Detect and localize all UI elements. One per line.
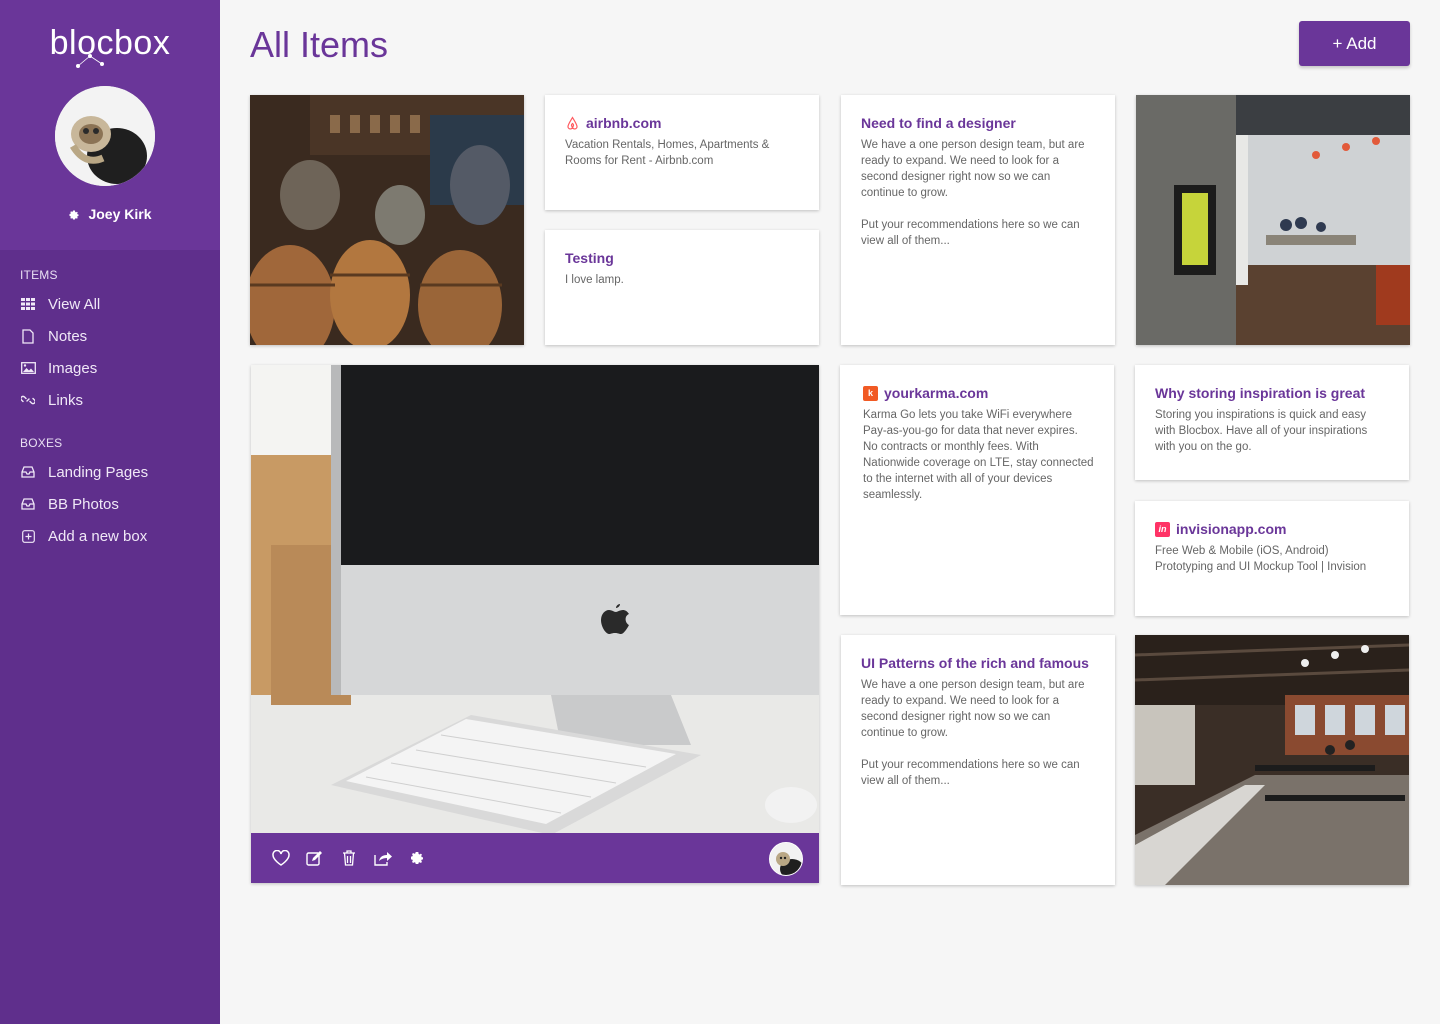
user-avatar[interactable] — [55, 86, 155, 186]
airbnb-icon — [565, 115, 580, 131]
sidebar-item-label: BB Photos — [48, 495, 119, 513]
card-text: We have a one person design team, but ar… — [861, 139, 1085, 247]
inbox-icon — [20, 496, 36, 512]
sidebar-box-bb-photos[interactable]: BB Photos — [20, 488, 220, 520]
note-card-ui-patterns[interactable]: UI Patterns of the rich and famous We ha… — [841, 635, 1115, 885]
sidebar-item-label: Notes — [48, 327, 88, 345]
boxes-section-label: BOXES — [20, 436, 63, 450]
card-title[interactable]: yourkarma.com — [884, 385, 988, 401]
link-card-invision[interactable]: in invisionapp.com Free Web & Mobile (iOS… — [1135, 501, 1409, 616]
card-title: Need to find a designer — [861, 115, 1016, 131]
sidebar-nav: ITEMS View All Notes Images Links BOXES … — [0, 268, 220, 552]
sidebar: blocbox Joey Kirk ITEMS View All Notes I… — [0, 0, 220, 1024]
card-title[interactable]: invisionapp.com — [1176, 521, 1286, 537]
image-card-office-loft[interactable] — [1135, 635, 1409, 885]
share-icon[interactable] — [373, 848, 393, 868]
card-text: Free Web & Mobile (iOS, Android) Prototy… — [1155, 545, 1367, 573]
sidebar-item-label: Landing Pages — [48, 463, 149, 481]
sidebar-item-view-all[interactable]: View All — [20, 288, 220, 320]
office-loft-photo — [1135, 635, 1409, 885]
card-title: UI Patterns of the rich and famous — [861, 655, 1089, 671]
note-card-inspiration[interactable]: Why storing inspiration is great Storing… — [1135, 365, 1409, 480]
card-text: Storing you inspirations is quick and ea… — [1155, 409, 1368, 453]
logo-network-icon — [76, 54, 104, 68]
image-card-bar[interactable] — [250, 95, 524, 345]
image-card-imac[interactable] — [251, 365, 819, 883]
owner-avatar[interactable] — [769, 842, 803, 876]
user-name: Joey Kirk — [88, 206, 152, 222]
items-section-label: ITEMS — [20, 268, 58, 282]
add-button[interactable]: + Add — [1299, 21, 1410, 66]
plus-square-icon — [20, 528, 36, 544]
imac-photo — [251, 365, 819, 835]
heart-icon[interactable] — [271, 848, 291, 868]
user-profile[interactable]: Joey Kirk — [0, 206, 220, 224]
card-title: Why storing inspiration is great — [1155, 385, 1366, 401]
office-hallway-photo — [1136, 95, 1410, 345]
grid-icon — [20, 296, 36, 312]
note-icon — [20, 328, 36, 344]
image-icon — [20, 360, 36, 376]
card-text: I love lamp. — [565, 274, 624, 286]
sidebar-item-images[interactable]: Images — [20, 352, 220, 384]
gear-icon[interactable] — [68, 208, 80, 224]
sidebar-item-label: View All — [48, 295, 101, 313]
link-card-yourkarma[interactable]: k yourkarma.com Karma Go lets you take Wi… — [840, 365, 1114, 615]
sidebar-item-label: Links — [48, 391, 84, 409]
invision-icon: in — [1155, 521, 1170, 537]
card-title[interactable]: airbnb.com — [586, 115, 661, 131]
sidebar-item-label: Images — [48, 359, 98, 377]
sidebar-item-notes[interactable]: Notes — [20, 320, 220, 352]
note-card-testing[interactable]: Testing I love lamp. — [545, 230, 819, 345]
card-text: Vacation Rentals, Homes, Apartments & Ro… — [565, 139, 770, 167]
yourkarma-icon: k — [863, 385, 878, 401]
edit-icon[interactable] — [305, 848, 325, 868]
card-text: We have a one person design team, but ar… — [861, 679, 1085, 787]
bar-photo — [250, 95, 524, 345]
link-icon — [20, 392, 36, 408]
trash-icon[interactable] — [339, 848, 359, 868]
card-text: Karma Go lets you take WiFi everywhere P… — [863, 409, 1094, 501]
card-title: Testing — [565, 250, 614, 266]
sidebar-box-landing-pages[interactable]: Landing Pages — [20, 456, 220, 488]
link-card-airbnb[interactable]: airbnb.com Vacation Rentals, Homes, Apar… — [545, 95, 819, 210]
sidebar-item-links[interactable]: Links — [20, 384, 220, 416]
page-title: All Items — [250, 24, 389, 65]
note-card-designer[interactable]: Need to find a designer We have a one pe… — [841, 95, 1115, 345]
image-card-office-hallway[interactable] — [1136, 95, 1410, 345]
sidebar-add-box[interactable]: Add a new box — [20, 520, 220, 552]
profile-panel: blocbox Joey Kirk — [0, 0, 220, 250]
settings-icon[interactable] — [407, 848, 427, 868]
image-card-toolbar — [251, 833, 819, 883]
inbox-icon — [20, 464, 36, 480]
sidebar-item-label: Add a new box — [48, 527, 148, 545]
